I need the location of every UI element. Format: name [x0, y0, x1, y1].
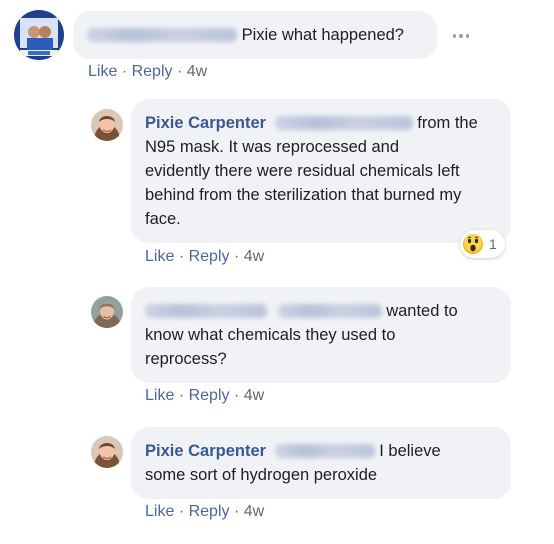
like-link[interactable]: Like: [88, 63, 117, 80]
reply-avatar[interactable]: [91, 436, 123, 468]
redacted-mention[interactable]: [274, 116, 413, 130]
reply-link[interactable]: Reply: [189, 248, 230, 265]
wow-emoji-icon: [463, 234, 483, 254]
timestamp[interactable]: 4w: [244, 248, 264, 265]
reply-author-name[interactable]: Pixie Carpenter: [145, 114, 266, 132]
reply-actions: Like · Reply · 4w: [145, 503, 265, 520]
like-link[interactable]: Like: [145, 503, 174, 520]
reply-actions: Like · Reply · 4w: [145, 387, 265, 404]
reply-text-line: some sort of hydrogen peroxide: [145, 466, 378, 484]
like-link[interactable]: Like: [145, 248, 174, 265]
reply-text-line: reprocess?: [145, 350, 227, 368]
reply-text-line: face.: [145, 210, 181, 228]
comment-text: Pixie what happened?: [241, 26, 404, 44]
like-link[interactable]: Like: [145, 387, 174, 404]
comment-thread: Pixie what happened? Like · Reply · 4w P…: [0, 0, 554, 544]
reaction-count: 1: [489, 236, 497, 252]
timestamp[interactable]: 4w: [244, 503, 264, 520]
reply-text: I believe: [379, 442, 441, 460]
reaction-badge[interactable]: 1: [460, 230, 505, 258]
reply-actions: Like · Reply · 4w: [145, 248, 265, 265]
reply-text: from the: [417, 114, 478, 132]
reply-link[interactable]: Reply: [189, 503, 230, 520]
reply-text-line: evidently there were residual chemicals …: [145, 162, 460, 180]
reply-text: wanted to: [386, 302, 458, 320]
comment-bubble: Pixie what happened?: [73, 11, 437, 59]
commenter-avatar[interactable]: [14, 10, 64, 60]
more-options-icon[interactable]: [448, 26, 474, 46]
comment-actions: Like · Reply · 4w: [88, 63, 208, 80]
reply-text-line: behind from the sterilization that burne…: [145, 186, 462, 204]
redacted-author-name[interactable]: [145, 304, 267, 318]
timestamp[interactable]: 4w: [187, 63, 207, 80]
reply-bubble: Pixie Carpenter from the N95 mask. It wa…: [131, 99, 511, 243]
reply-avatar[interactable]: [91, 296, 123, 328]
reply-avatar[interactable]: [91, 109, 123, 141]
reply-link[interactable]: Reply: [189, 387, 230, 404]
reply-text-line: N95 mask. It was reprocessed and: [145, 138, 400, 156]
reply-bubble: Pixie Carpenter I believe some sort of h…: [131, 427, 511, 499]
reply-author-name[interactable]: Pixie Carpenter: [145, 442, 266, 460]
reply-bubble: wanted to know what chemicals they used …: [131, 287, 511, 383]
redacted-mention[interactable]: [274, 444, 375, 458]
redacted-mention[interactable]: [277, 304, 382, 318]
timestamp[interactable]: 4w: [244, 387, 264, 404]
reply-text-line: know what chemicals they used to: [145, 326, 396, 344]
redacted-author-name[interactable]: [87, 28, 237, 42]
reply-link[interactable]: Reply: [132, 63, 173, 80]
